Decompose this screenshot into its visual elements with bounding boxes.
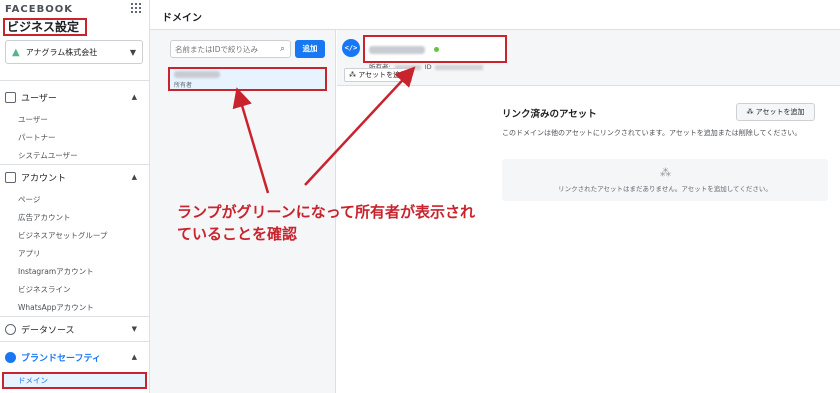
annotation-text: ランプがグリーンになって所有者が表示され ていることを確認: [177, 201, 507, 245]
annotation-line-2: ていることを確認: [177, 225, 298, 243]
annotation-line-1: ランプがグリーンになって所有者が表示され: [177, 203, 476, 221]
annotation-arrow-right: [304, 66, 416, 186]
annotation-arrows: [232, 66, 416, 194]
annotation-arrow-left: [232, 87, 270, 194]
